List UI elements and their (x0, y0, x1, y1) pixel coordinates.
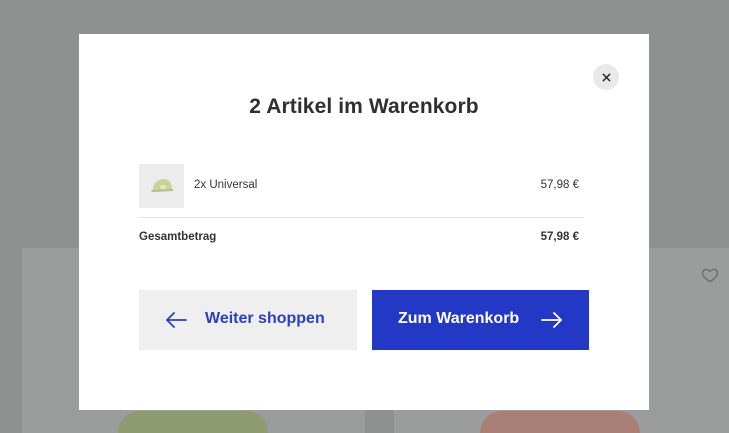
cap-thumbnail[interactable] (139, 164, 184, 208)
modal-title: 2 Artikel im Warenkorb (249, 95, 479, 118)
product-image (480, 411, 640, 433)
close-icon (601, 72, 611, 82)
cap-image (150, 179, 173, 192)
total-value: 57,98 € (540, 231, 579, 243)
total-row: Gesamtbetrag 57,98 € (139, 231, 584, 251)
continue-shopping-label: Weiter shoppen (205, 310, 325, 327)
close-button[interactable] (593, 64, 619, 90)
continue-shopping-button[interactable]: Weiter shoppen (139, 290, 357, 350)
product-image (118, 411, 268, 433)
item-label: 2x Universal (194, 179, 258, 191)
arrow-right-icon (541, 312, 562, 328)
arrow-left-icon (166, 312, 187, 328)
go-to-cart-button[interactable]: Zum Warenkorb (372, 290, 589, 350)
cart-modal: 2 Artikel im Warenkorb 2x Universal 57,9… (79, 34, 649, 410)
total-label: Gesamtbetrag (139, 231, 217, 243)
cart-item-row: 2x Universal 57,98 € (139, 164, 584, 218)
go-to-cart-label: Zum Warenkorb (398, 310, 520, 327)
item-price: 57,98 € (540, 179, 579, 191)
heart-icon (701, 268, 719, 283)
